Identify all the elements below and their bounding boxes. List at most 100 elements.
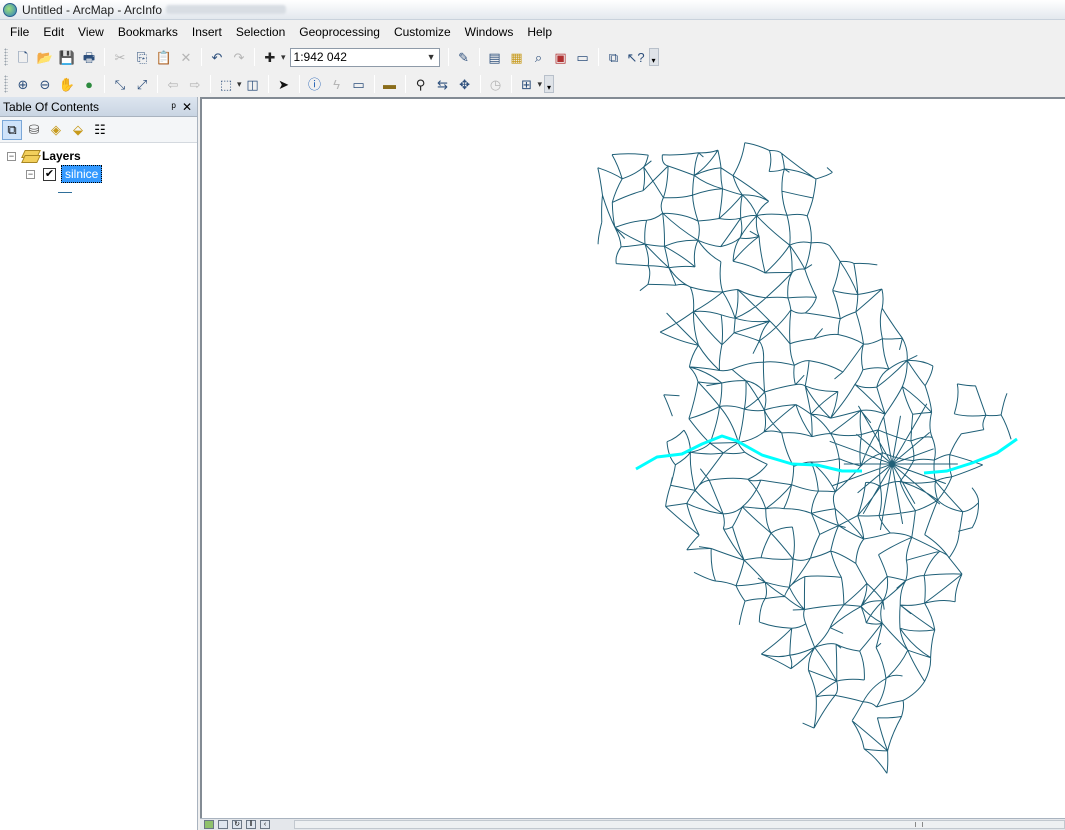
options-icon[interactable]: ☷ <box>90 120 110 140</box>
toolbar-overflow-icon[interactable]: ▾ <box>648 48 659 66</box>
identify-icon[interactable]: ⓘ <box>305 74 325 94</box>
data-view-button[interactable] <box>204 820 214 829</box>
html-popup-icon[interactable]: ▭ <box>349 74 369 94</box>
pan-icon[interactable]: ✋ <box>57 74 77 94</box>
select-features-icon[interactable]: ⬚ <box>216 74 236 94</box>
menu-windows[interactable]: Windows <box>458 23 521 41</box>
toolbar-grip[interactable] <box>4 75 8 93</box>
new-document-icon[interactable]: 🗋 <box>13 47 33 67</box>
horizontal-scrollbar[interactable] <box>294 820 1065 829</box>
tools-toolbar: ⊕ ⊖ ✋ ● ⤡ ⤢ ⇦ ⇨ ⬚ ▾ ◫ ➤ ⓘ ϟ ▭ ▬ ⚲ ⇆ ✥ ◷ … <box>0 71 1065 97</box>
map-view[interactable] <box>200 97 1065 818</box>
list-by-source-icon[interactable]: ⛁ <box>24 120 44 140</box>
redo-icon[interactable]: ↷ <box>229 47 249 67</box>
open-icon[interactable]: 📂 <box>35 47 55 67</box>
list-by-drawing-order-icon[interactable]: ⧉ <box>2 119 22 140</box>
map-scale-value: 1:942 042 <box>293 50 347 64</box>
arctoolbox-icon[interactable]: ▣ <box>551 47 571 67</box>
paste-icon[interactable]: 📋 <box>154 47 174 67</box>
print-icon[interactable]: 🖶 <box>79 47 99 67</box>
line-symbol <box>58 191 72 193</box>
toolbar-separator <box>510 75 512 93</box>
toolbar-overflow-icon[interactable]: ▾ <box>544 75 555 93</box>
pin-icon[interactable]: ᵖ <box>171 100 176 114</box>
find-icon[interactable]: ⚲ <box>411 74 431 94</box>
model-builder-icon[interactable]: ⧉ <box>604 47 624 67</box>
layers-icon <box>22 150 38 162</box>
menu-geoprocessing[interactable]: Geoprocessing <box>292 23 387 41</box>
select-elements-icon[interactable]: ➤ <box>274 74 294 94</box>
viewer-dropdown-icon[interactable]: ▾ <box>538 79 543 90</box>
close-icon[interactable]: ✕ <box>182 100 192 114</box>
menu-file[interactable]: File <box>3 23 36 41</box>
layer-name-label[interactable]: silnice <box>61 165 103 183</box>
tree-row-silnice[interactable]: − ✔ silnice <box>0 165 197 183</box>
menu-bookmarks[interactable]: Bookmarks <box>111 23 185 41</box>
list-by-selection-icon[interactable]: ⬙ <box>68 120 88 140</box>
data-frame-label: Layers <box>42 149 81 163</box>
toolbar-separator <box>201 48 202 66</box>
toolbar-separator <box>210 75 211 93</box>
toolbar-separator <box>267 75 269 93</box>
chevron-down-icon[interactable]: ▼ <box>427 52 436 62</box>
full-extent-icon[interactable]: ● <box>79 74 99 94</box>
time-slider-icon[interactable]: ◷ <box>486 74 506 94</box>
save-icon[interactable]: 💾 <box>57 47 77 67</box>
scroll-left-icon[interactable]: ‹ <box>260 820 270 829</box>
add-data-icon[interactable]: ✚ <box>260 47 280 67</box>
zoom-in-icon[interactable]: ⊕ <box>13 74 33 94</box>
fixed-zoom-in-icon[interactable]: ⤡ <box>110 74 130 94</box>
toolbar-separator <box>254 48 255 66</box>
whats-this-icon[interactable]: ↖? <box>626 47 646 67</box>
menu-bar: File Edit View Bookmarks Insert Selectio… <box>0 21 1065 43</box>
layer-visibility-checkbox[interactable]: ✔ <box>43 167 56 181</box>
menu-customize[interactable]: Customize <box>387 23 458 41</box>
python-icon[interactable]: ▭ <box>573 47 593 67</box>
hyperlink-icon[interactable]: ϟ <box>327 74 347 94</box>
layout-view-button[interactable] <box>218 820 228 829</box>
fixed-zoom-out-icon[interactable]: ⤢ <box>132 74 152 94</box>
map-canvas[interactable] <box>202 99 1065 818</box>
editor-icon[interactable]: ✎ <box>454 47 474 67</box>
menu-view[interactable]: View <box>71 23 111 41</box>
table-of-contents-icon[interactable]: ▤ <box>485 47 505 67</box>
menu-help[interactable]: Help <box>520 23 559 41</box>
cut-icon[interactable]: ✂ <box>110 47 130 67</box>
map-scale-combo[interactable]: 1:942 042 ▼ <box>289 47 440 67</box>
find-route-icon[interactable]: ⇆ <box>433 74 453 94</box>
tree-row-layers[interactable]: − Layers <box>0 147 197 165</box>
title-blurred-text <box>166 5 287 14</box>
delete-icon[interactable]: ✕ <box>176 47 196 67</box>
list-by-visibility-icon[interactable]: ◈ <box>46 120 66 140</box>
measure-icon[interactable]: ▬ <box>380 74 400 94</box>
clear-selection-icon[interactable]: ◫ <box>243 74 263 94</box>
go-to-xy-icon[interactable]: ✥ <box>455 74 475 94</box>
copy-icon[interactable]: ⎘ <box>132 47 152 67</box>
toolbar-grip[interactable] <box>4 48 8 66</box>
catalog-icon[interactable]: ▦ <box>507 47 527 67</box>
toolbar-separator <box>597 48 599 66</box>
collapse-icon[interactable]: − <box>26 169 35 179</box>
zoom-out-icon[interactable]: ⊖ <box>35 74 55 94</box>
undo-icon[interactable]: ↶ <box>207 47 227 67</box>
toc-title: Table Of Contents <box>3 99 100 114</box>
toolbar-separator <box>157 75 158 93</box>
table-of-contents-panel: Table Of Contents ᵖ ✕ ⧉ ⛁ ◈ ⬙ ☷ − Layers… <box>0 97 198 830</box>
collapse-icon[interactable]: − <box>7 151 16 161</box>
add-data-dropdown-icon[interactable]: ▾ <box>281 52 286 63</box>
scrollbar-thumb[interactable] <box>915 822 923 827</box>
menu-selection[interactable]: Selection <box>229 23 292 41</box>
toolbar-separator <box>373 75 375 93</box>
select-dropdown-icon[interactable]: ▾ <box>237 79 242 90</box>
refresh-icon[interactable]: ↻ <box>232 820 242 829</box>
toc-toolbar: ⧉ ⛁ ◈ ⬙ ☷ <box>0 117 197 143</box>
pause-drawing-icon[interactable]: ‖ <box>246 820 256 829</box>
back-extent-icon[interactable]: ⇦ <box>163 74 183 94</box>
search-icon[interactable]: ⌕ <box>529 47 549 67</box>
view-status-bar: ↻ ‖ ‹ <box>200 818 1065 830</box>
viewer-window-icon[interactable]: ⊞ <box>517 74 537 94</box>
window-title: Untitled - ArcMap - ArcInfo <box>22 2 163 17</box>
menu-edit[interactable]: Edit <box>36 23 71 41</box>
menu-insert[interactable]: Insert <box>185 23 229 41</box>
forward-extent-icon[interactable]: ⇨ <box>185 74 205 94</box>
